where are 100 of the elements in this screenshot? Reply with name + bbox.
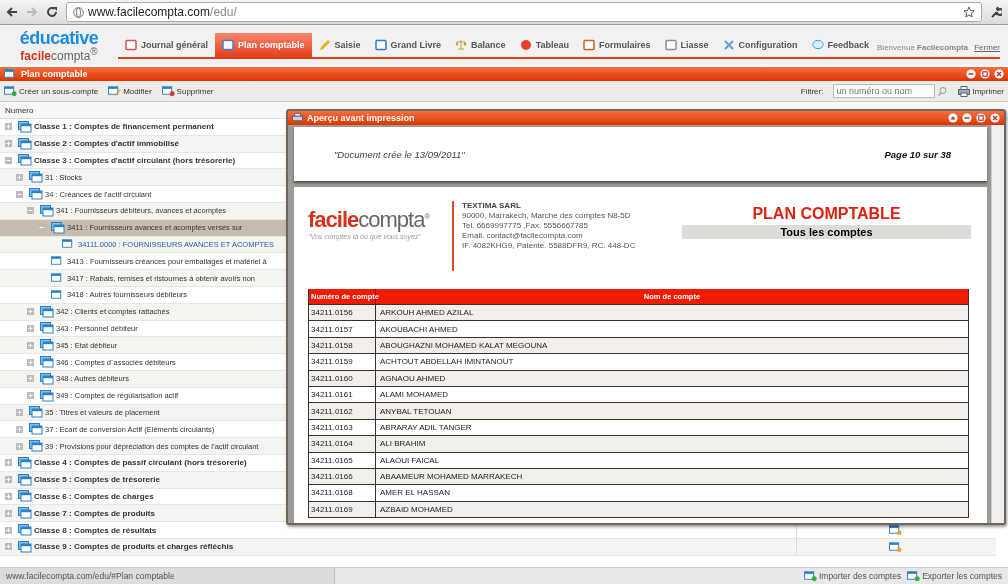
collapse-icon[interactable]	[948, 113, 958, 123]
logout-link[interactable]: Fermer	[974, 42, 1000, 52]
document-icon	[582, 39, 595, 51]
nav-tab[interactable]: Grand Livre	[367, 33, 449, 57]
document-subtitle: Tous les comptes	[682, 225, 971, 239]
star-icon[interactable]	[963, 6, 975, 18]
close-icon[interactable]	[990, 113, 1000, 123]
folder-window-icon	[51, 221, 65, 234]
filter-field[interactable]: un numéro ou nom	[833, 84, 936, 98]
globe-icon	[73, 6, 84, 18]
close-icon[interactable]	[994, 69, 1004, 79]
table-cell: 34211.0162	[309, 403, 376, 419]
folder-window-icon	[40, 372, 54, 385]
address-bar[interactable]: www.facilecompta.com/edu/	[66, 2, 982, 22]
expand-toggle[interactable]	[16, 425, 23, 433]
dialog-title: Aperçu avant impression	[307, 113, 415, 123]
restore-icon[interactable]	[976, 113, 986, 123]
table-cell-text: ABAAMEUR MOHAMED MARRAKECH	[379, 472, 523, 482]
folder-window-icon	[62, 238, 75, 251]
table-cell-text: ABOUGHAZNI MOHAMED KALAT MEGOUNA	[379, 340, 548, 350]
expand-toggle[interactable]	[5, 543, 12, 551]
table-cell: 34211.0168	[309, 485, 376, 501]
account-label: Classe 9 : Comptes de produits et charges réfléchis	[34, 542, 234, 552]
nav-tab[interactable]: Configuration	[715, 33, 805, 57]
minimize-icon[interactable]	[966, 69, 976, 79]
document-date: "Document crée le 13/09/2011"	[334, 148, 465, 160]
expand-toggle[interactable]	[5, 492, 12, 500]
expand-toggle[interactable]	[5, 526, 12, 534]
footer-action[interactable]: Importer des comptes	[803, 570, 902, 582]
folder-window-icon	[29, 171, 43, 184]
expand-toggle[interactable]	[5, 123, 12, 131]
folder-window-icon	[18, 524, 32, 536]
table-cell-text: ARKOUH AHMED AZILAL	[379, 308, 474, 318]
expand-toggle[interactable]	[5, 459, 12, 467]
wrench-icon[interactable]	[990, 6, 1002, 18]
status-url: www.facilecompta.com/edu/#Plan comptable	[0, 568, 335, 584]
nav-tab[interactable]: Saisie	[311, 33, 368, 57]
expand-toggle[interactable]	[27, 358, 34, 366]
document-title: PLAN COMPTABLE	[751, 205, 902, 223]
expand-toggle[interactable]	[27, 392, 34, 400]
window-icon	[907, 570, 921, 582]
folder-window-icon	[40, 204, 54, 217]
expand-toggle[interactable]	[27, 341, 34, 349]
printer-icon	[292, 113, 303, 123]
window-icon	[108, 85, 122, 97]
back-icon[interactable]	[6, 6, 18, 18]
folder-window-icon	[29, 440, 43, 453]
expand-toggle[interactable]	[27, 308, 34, 316]
scale-icon	[455, 39, 468, 51]
expand-toggle[interactable]	[16, 408, 23, 416]
panel-title: Plan comptable	[21, 69, 88, 79]
expand-toggle[interactable]	[5, 509, 12, 517]
table-cell: 34211.0157	[309, 321, 376, 337]
toolbar-action[interactable]: Créer un sous-compte	[4, 85, 99, 97]
print-button[interactable]: Imprimer	[958, 85, 1004, 97]
table-cell-text: ALAOUI FAICAL	[379, 455, 440, 465]
expand-toggle[interactable]	[5, 140, 12, 148]
expand-toggle[interactable]	[5, 476, 12, 484]
expand-toggle[interactable]	[27, 375, 34, 383]
folder-window-icon	[40, 339, 54, 352]
nav-tab[interactable]: Tableau	[512, 33, 576, 57]
scrollbar[interactable]	[991, 125, 1004, 523]
page-number: Page 10 sur 38	[884, 148, 951, 160]
expand-toggle[interactable]	[16, 442, 23, 450]
forward-icon[interactable]	[26, 6, 38, 18]
window-icon	[161, 85, 175, 97]
pie-chart-icon	[519, 39, 532, 51]
folder-window-icon	[18, 473, 32, 486]
filter-label: Filtrer:	[800, 86, 824, 96]
table-cell-text: ANYBAL TETOUAN	[379, 406, 452, 416]
nav-tab[interactable]: Journal général	[118, 33, 216, 57]
window-key-icon	[889, 540, 902, 553]
footer-action[interactable]: Exporter les comptes	[907, 570, 1002, 582]
collapse-toggle[interactable]	[27, 207, 34, 215]
toolbar-action[interactable]: Modifier	[108, 85, 152, 97]
nav-tab[interactable]: Liasse	[657, 33, 716, 57]
toolbar-action[interactable]: Supprimer	[161, 85, 214, 97]
minimize-icon[interactable]	[962, 113, 972, 123]
speech-bubble-icon	[811, 39, 824, 51]
nav-tab[interactable]: Formulaires	[575, 33, 658, 57]
expand-toggle[interactable]	[27, 324, 34, 332]
nav-tab[interactable]: Balance	[448, 33, 513, 57]
search-icon[interactable]	[937, 85, 949, 97]
printer-icon	[958, 85, 971, 97]
expand-toggle[interactable]	[16, 173, 23, 181]
table-cell: 34211.0165	[309, 452, 376, 468]
collapse-toggle[interactable]	[16, 190, 23, 198]
collapse-toggle[interactable]	[5, 157, 12, 164]
reload-icon[interactable]	[46, 6, 58, 18]
document-icon	[374, 39, 387, 51]
table-cell: 34211.0160	[309, 370, 376, 386]
welcome-text: Bienvenue Facilecompta	[877, 42, 969, 52]
table-cell: 34211.0159	[309, 354, 376, 370]
table-cell-text: ALI BRAHIM	[379, 439, 426, 449]
nav-tab[interactable]: Feedback	[804, 33, 877, 57]
table-cell-text: ACHTOUT ABDELLAH IMINTANOUT	[379, 357, 514, 367]
restore-icon[interactable]	[980, 69, 990, 79]
collapse-toggle[interactable]	[38, 224, 45, 232]
app-logo: éducative facilecompta$^{®}$	[18, 26, 100, 65]
folder-window-icon	[40, 305, 54, 318]
